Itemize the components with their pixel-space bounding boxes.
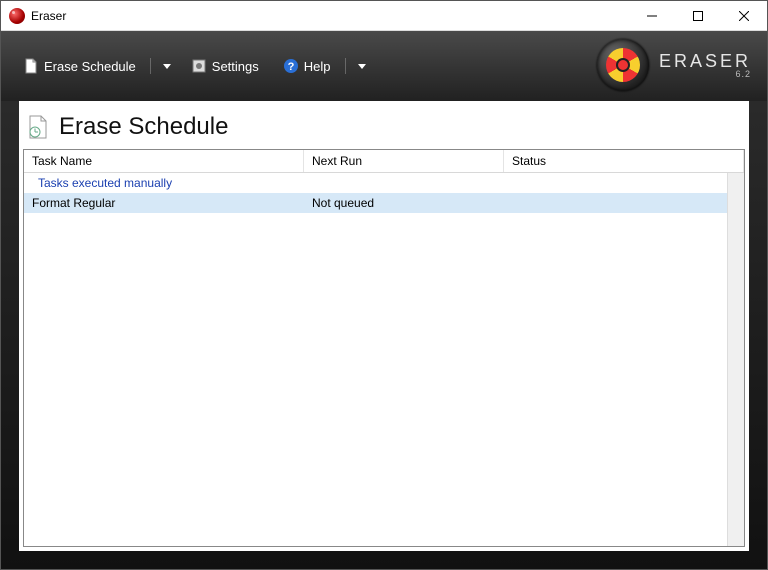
content-area: Erase Schedule Task Name Next Run Status… [1, 101, 767, 569]
group-row[interactable]: Tasks executed manually [24, 173, 744, 193]
document-clock-icon [25, 114, 51, 140]
close-button[interactable] [721, 1, 767, 31]
separator [345, 58, 346, 74]
window-title: Eraser [31, 9, 66, 23]
document-icon [23, 58, 39, 74]
brand-name: ERASER [659, 51, 751, 71]
settings-button[interactable]: Settings [187, 54, 263, 78]
column-next-run[interactable]: Next Run [304, 150, 504, 172]
main-panel: Erase Schedule Task Name Next Run Status… [19, 101, 749, 551]
cell-task-name: Format Regular [24, 193, 304, 213]
erase-schedule-button[interactable]: Erase Schedule [19, 54, 140, 78]
help-label: Help [304, 59, 331, 74]
erase-schedule-label: Erase Schedule [44, 59, 136, 74]
app-icon [9, 8, 25, 24]
app-window: Eraser Erase Schedule Settings [0, 0, 768, 570]
titlebar: Eraser [1, 1, 767, 31]
brand: ERASER 6.2 [597, 39, 751, 91]
help-dropdown[interactable] [358, 62, 366, 70]
settings-label: Settings [212, 59, 259, 74]
erase-schedule-dropdown[interactable] [163, 62, 171, 70]
help-icon: ? [283, 58, 299, 74]
grid-header: Task Name Next Run Status [24, 150, 744, 173]
cell-next-run: Not queued [304, 193, 504, 213]
maximize-button[interactable] [675, 1, 721, 31]
column-task-name[interactable]: Task Name [24, 150, 304, 172]
schedule-grid: Task Name Next Run Status Tasks executed… [23, 149, 745, 547]
column-status[interactable]: Status [504, 150, 744, 172]
brand-icon [597, 39, 649, 91]
brand-version: 6.2 [659, 70, 751, 79]
gear-icon [191, 58, 207, 74]
brand-text: ERASER 6.2 [659, 52, 751, 79]
grid-body: Tasks executed manually Format Regular N… [24, 173, 744, 546]
cell-status [504, 193, 744, 213]
page-title: Erase Schedule [59, 113, 228, 141]
scrollbar[interactable] [727, 173, 744, 546]
toolbar: Erase Schedule Settings ? Help [1, 31, 767, 101]
table-row[interactable]: Format Regular Not queued [24, 193, 744, 213]
minimize-button[interactable] [629, 1, 675, 31]
help-button[interactable]: ? Help [279, 54, 335, 78]
separator [150, 58, 151, 74]
window-controls [629, 1, 767, 31]
svg-text:?: ? [287, 61, 294, 73]
page-header: Erase Schedule [19, 101, 749, 149]
